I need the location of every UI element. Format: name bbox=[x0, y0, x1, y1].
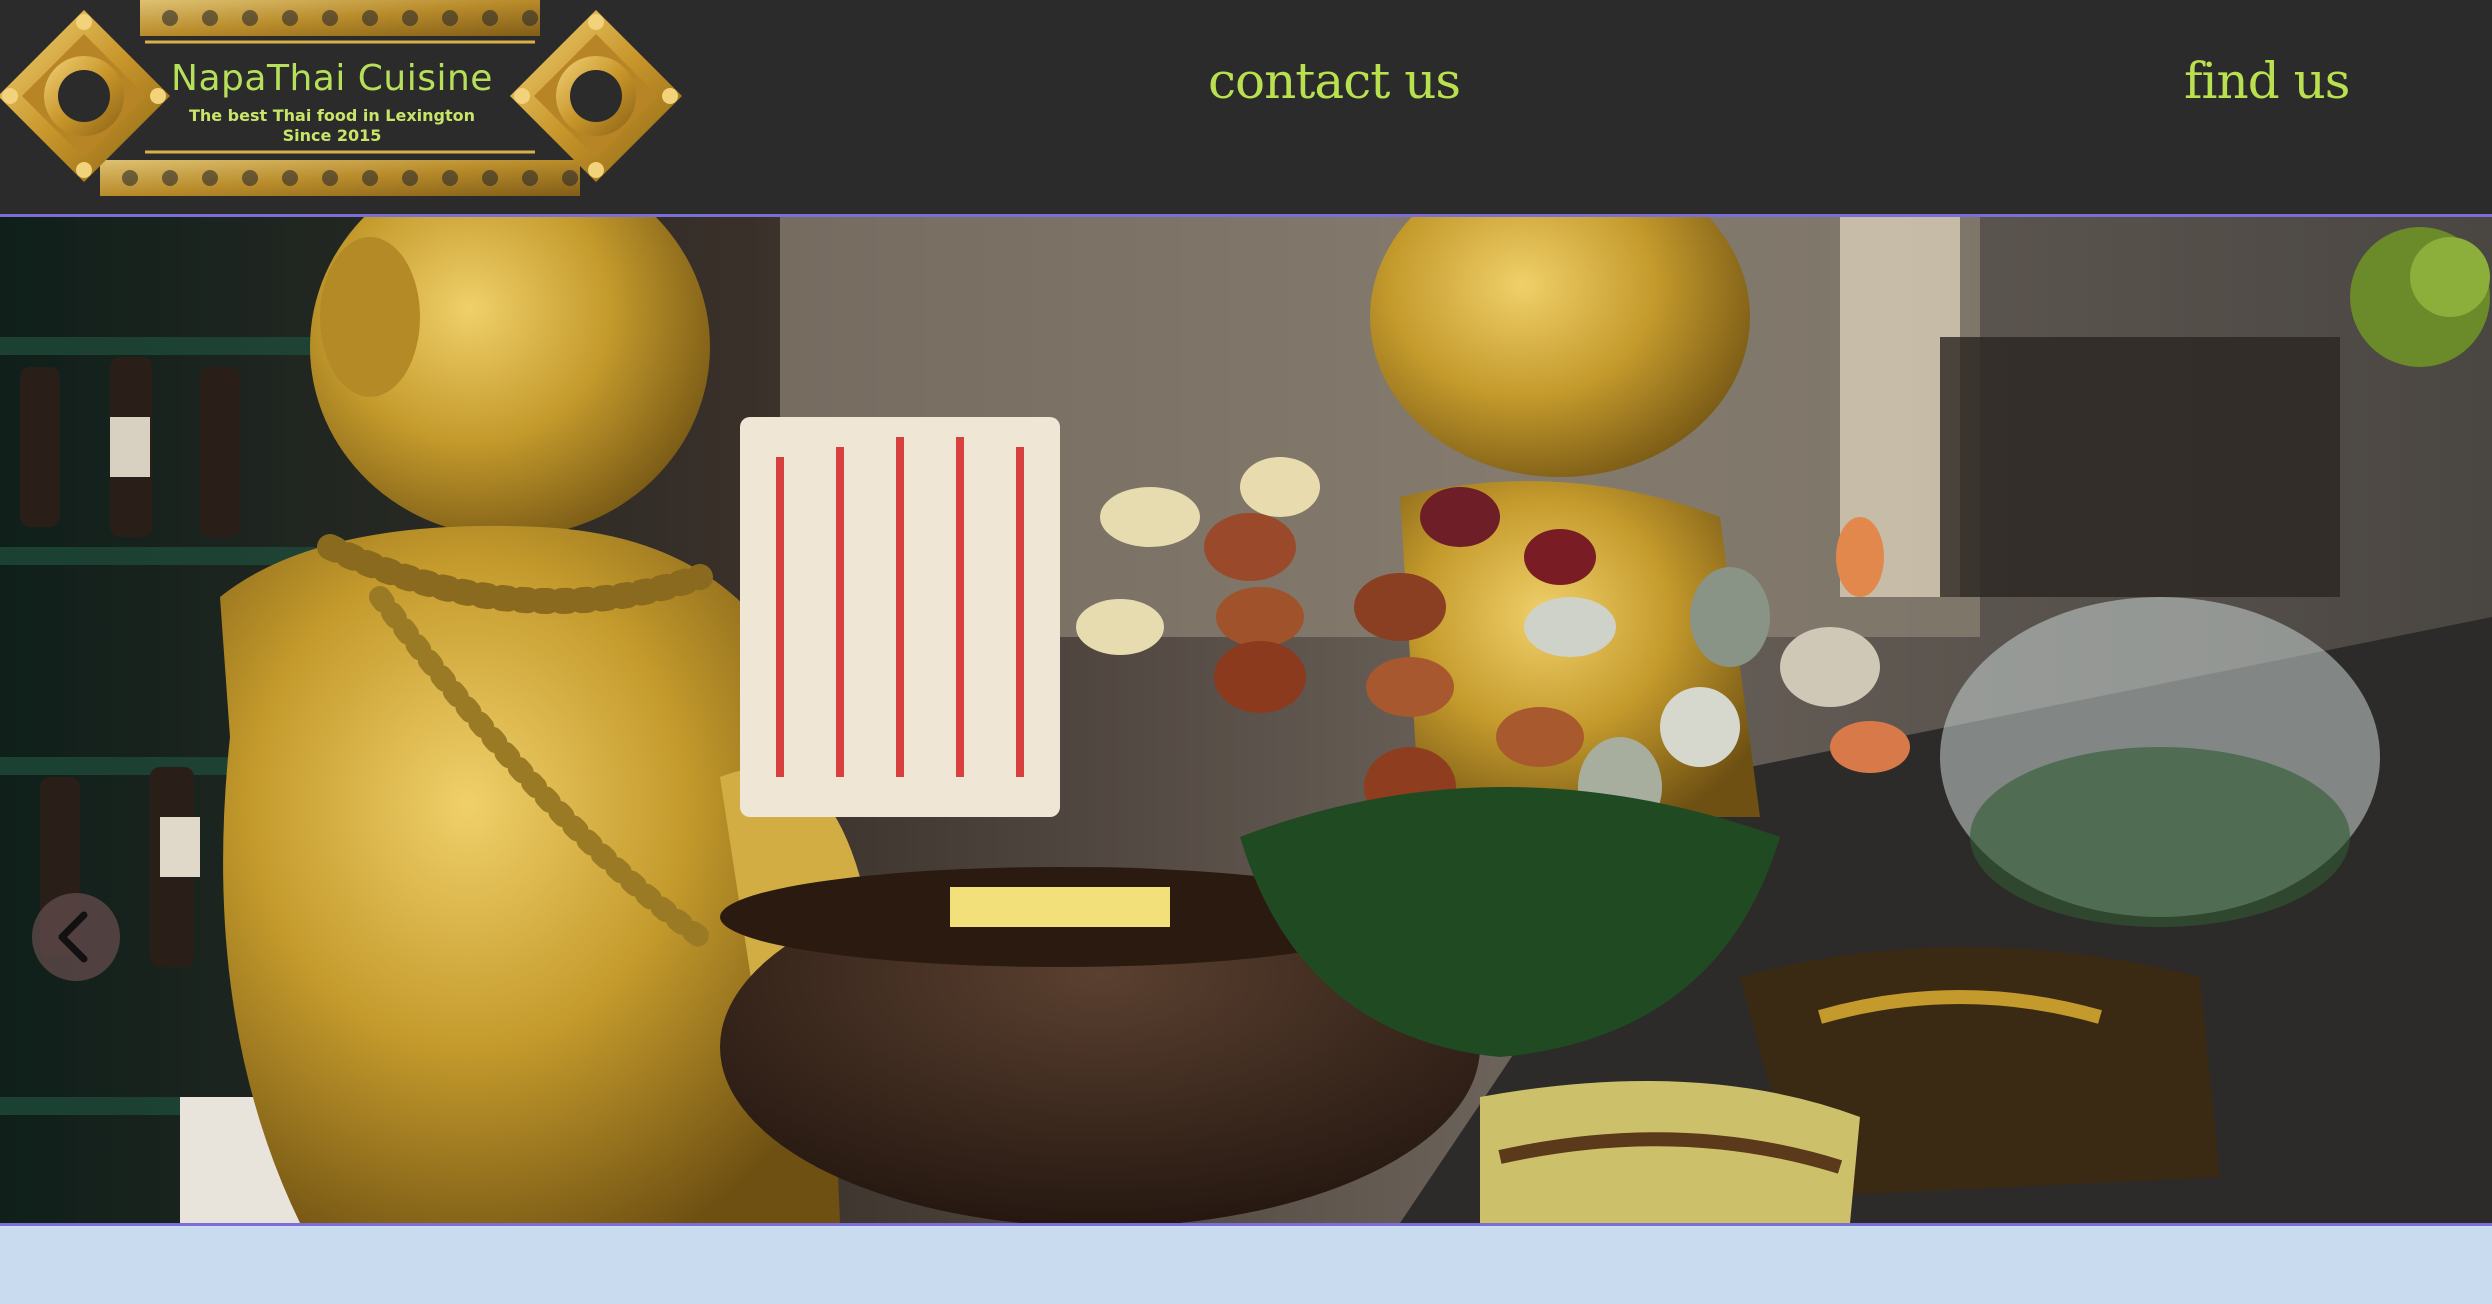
chevron-left-icon bbox=[58, 911, 88, 963]
slideshow-prev-button[interactable] bbox=[32, 893, 120, 981]
nav-contact-us[interactable]: contact us bbox=[1208, 52, 1461, 110]
nav-find-us[interactable]: find us bbox=[2184, 52, 2350, 110]
hero-slideshow bbox=[0, 217, 2492, 1226]
brand-name: NapaThai Cuisine bbox=[171, 58, 493, 99]
thai-ornament-icon bbox=[0, 0, 682, 196]
logo[interactable]: NapaThai Cuisine The best Thai food in L… bbox=[0, 0, 682, 200]
site-header: NapaThai Cuisine The best Thai food in L… bbox=[0, 0, 2492, 217]
brand-tagline: The best Thai food in Lexington Since 20… bbox=[140, 106, 524, 146]
page-footer-band bbox=[0, 1226, 2492, 1304]
slideshow-image bbox=[0, 217, 2492, 1223]
tagline-line-1: The best Thai food in Lexington bbox=[188, 106, 476, 125]
tagline-line-2: Since 2015 bbox=[282, 126, 382, 145]
